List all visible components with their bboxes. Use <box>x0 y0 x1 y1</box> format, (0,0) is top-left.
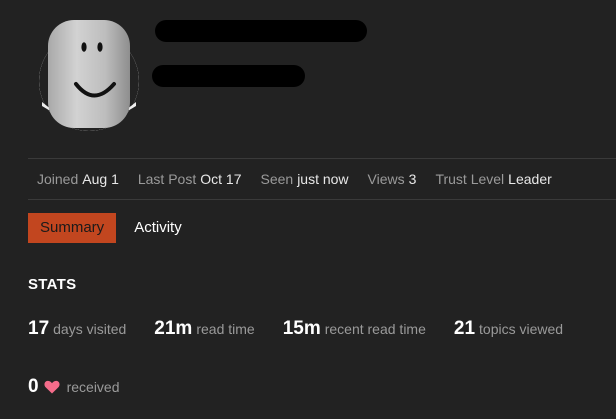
stat-topics-viewed: 21 topics viewed <box>454 318 563 340</box>
meta-trust-level: Trust Level Leader <box>435 171 551 187</box>
meta-label: Trust Level <box>435 171 505 187</box>
stats-row: 17 days visited 21m read time 15m recent re… <box>28 318 563 340</box>
stat-value: 17 <box>28 318 50 339</box>
meta-value: 3 <box>408 171 417 187</box>
stat-value: 21 <box>453 318 476 339</box>
stat-label: received <box>66 379 120 395</box>
redacted-full-name <box>155 20 367 42</box>
user-meta-row: Joined Aug 1 Last Post Oct 17 Seen just now… <box>28 158 616 200</box>
stat-label: read time <box>196 321 255 337</box>
tab-activity[interactable]: Activity <box>122 213 194 243</box>
stats-heading: STATS <box>28 276 77 293</box>
redacted-username <box>152 65 305 87</box>
meta-label: Last Post <box>137 171 197 187</box>
meta-value: Aug 1 <box>82 171 119 187</box>
heart-icon <box>44 380 60 399</box>
stat-value: 21m <box>154 318 193 339</box>
meta-seen: Seen just now <box>260 171 348 187</box>
meta-value[interactable]: Leader <box>508 171 552 187</box>
stat-likes-received: 0 received <box>28 376 120 398</box>
meta-views: Views 3 <box>368 171 417 187</box>
tab-summary[interactable]: Summary <box>28 213 117 243</box>
meta-value: just now <box>297 171 349 187</box>
meta-label: Joined <box>37 171 79 187</box>
profile-tabs: Summary Activity <box>28 213 194 243</box>
avatar[interactable] <box>38 14 140 132</box>
stat-label: days visited <box>53 321 127 337</box>
stat-label: recent read time <box>324 321 426 337</box>
user-profile-page: Joined Aug 1 Last Post Oct 17 Seen just now… <box>0 0 616 419</box>
meta-label: Seen <box>260 171 294 187</box>
stat-value: 0 <box>28 376 39 397</box>
stat-value: 15m <box>282 318 321 339</box>
stat-label: topics viewed <box>479 321 564 337</box>
stat-read-time: 21m read time <box>154 318 254 340</box>
meta-label: Views <box>367 171 405 187</box>
meta-joined: Joined Aug 1 <box>37 171 119 187</box>
meta-value[interactable]: Oct 17 <box>200 171 241 187</box>
stat-days-visited: 17 days visited <box>28 318 126 340</box>
smiley-face-avatar-icon <box>39 20 139 131</box>
stat-recent-read-time: 15m recent read time <box>283 318 426 340</box>
meta-last-post: Last Post Oct 17 <box>138 171 242 187</box>
